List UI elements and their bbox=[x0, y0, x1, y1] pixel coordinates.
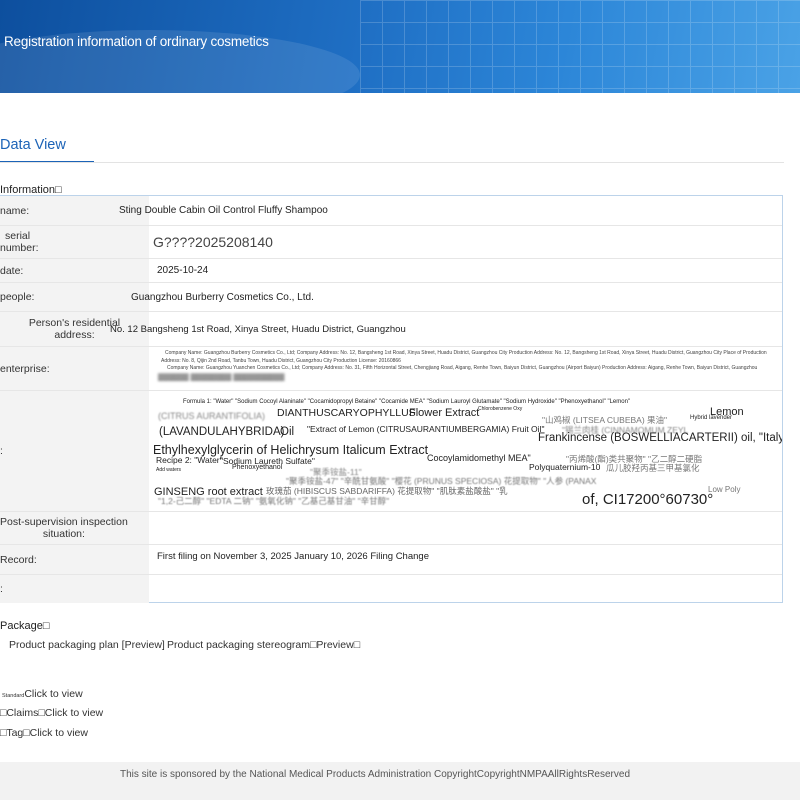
standard-row: StandardClick to view bbox=[2, 684, 83, 702]
formula-frag: Polyquaternium-10 bbox=[529, 462, 601, 472]
tab-data-view[interactable]: Data View bbox=[0, 137, 66, 153]
tab-divider bbox=[0, 162, 784, 163]
row-enterprise: enterprise: Company Name: Guangzhou Burb… bbox=[0, 347, 782, 391]
formula-frag: Cocoylamidomethyl MEA" bbox=[427, 453, 531, 463]
enterprise-line-2: Address: No. 8, Qijin 2nd Road, Tanbu To… bbox=[161, 357, 401, 364]
standard-label: Standard bbox=[2, 693, 25, 699]
formula-frag: DIANTHUSCARYOPHYLLUS bbox=[277, 407, 416, 419]
value-post-supervision bbox=[150, 512, 782, 544]
packaging-plan-link[interactable]: Product packaging plan [Preview] bbox=[9, 639, 165, 651]
formula-line-1: Formula 1: "Water" "Sodium Cocoyl Alanin… bbox=[183, 399, 631, 405]
packaging-stereogram-link[interactable]: Product packaging stereogram□Preview□ bbox=[167, 639, 360, 651]
tag-label: Tag bbox=[6, 727, 24, 739]
formula-frag: "1,2-己二醇" "EDTA 二钠" "氨氧化钠" "乙基己基甘油" "辛甘醇… bbox=[158, 496, 390, 506]
standard-view-link[interactable]: Click to view bbox=[24, 688, 82, 700]
formula-frag: Chlorobenzene Oxy bbox=[478, 406, 523, 412]
tag-row: □Tag□Click to view bbox=[0, 723, 88, 741]
claims-label: Claims bbox=[6, 707, 39, 719]
enterprise-line-3: Company Name: Guangzhou Yuanchen Cosmeti… bbox=[167, 365, 758, 371]
formula-frag: Phenoxyethanol bbox=[232, 464, 283, 471]
row-people: people: Guangzhou Burberry Cosmetics Co.… bbox=[0, 283, 782, 312]
formula-frag: "Extract of Lemon (CITRUSAURANTIUMBERGAM… bbox=[307, 424, 545, 434]
claims-row: □Claims□Click to view bbox=[0, 703, 103, 721]
label-people: people: bbox=[0, 283, 149, 311]
row-record: Record: First filing on November 3, 2025… bbox=[0, 545, 782, 575]
formula-frag: (LAVANDULAHYBRIDA) bbox=[159, 426, 285, 438]
formula-frag: Add waters bbox=[156, 467, 182, 473]
value-people: Guangzhou Burberry Cosmetics Co., Ltd. bbox=[131, 291, 314, 303]
missing-glyph-icon: □ bbox=[42, 620, 50, 632]
row-name: name: Sting Double Cabin Oil Control Flu… bbox=[0, 196, 782, 226]
row-date: date: 2025-10-24 bbox=[0, 259, 782, 283]
footer-copyright: This site is sponsored by the National M… bbox=[119, 769, 631, 780]
value-formula: Formula 1: "Water" "Sodium Cocoyl Alanin… bbox=[150, 391, 782, 511]
package-section-text: Package bbox=[0, 620, 43, 632]
stereogram-label: Product packaging stereogram bbox=[167, 639, 310, 651]
row-address: Person's residential address: No. 12 Bang… bbox=[0, 312, 782, 347]
row-formula: : Formula 1: "Water" "Sodium Cocoyl Alan… bbox=[0, 391, 782, 512]
record-first-filing: First filing on November 3, 2025 bbox=[157, 551, 292, 562]
row-serial: serial number: G????2025208140 bbox=[0, 226, 782, 259]
formula-text: Formula 1: "Water" "Sodium Cocoyl Alanin… bbox=[150, 391, 782, 511]
formula-frag: Oil bbox=[280, 426, 295, 438]
value-enterprise: Company Name: Guangzhou Burberry Cosmeti… bbox=[150, 347, 782, 393]
row-post-supervision: Post-supervision inspection situation: bbox=[0, 512, 782, 545]
tag-view-link[interactable]: Click to view bbox=[30, 727, 88, 739]
stereogram-preview: Preview bbox=[316, 639, 354, 651]
value-serial: G????2025208140 bbox=[153, 234, 273, 250]
label-serial: serial number: bbox=[0, 226, 149, 258]
page-footer: This site is sponsored by the National M… bbox=[0, 762, 800, 800]
label-post-supervision: Post-supervision inspection situation: bbox=[0, 512, 149, 544]
claims-view-link[interactable]: Click to view bbox=[45, 707, 103, 719]
label-record: Record: bbox=[0, 545, 149, 574]
page-banner: Registration information of ordinary cos… bbox=[0, 0, 800, 93]
formula-frag: Flower Extract bbox=[409, 407, 480, 419]
missing-glyph-icon: □ bbox=[353, 639, 361, 651]
value-date: 2025-10-24 bbox=[157, 265, 209, 276]
formula-frag: (CITRUS AURANTIFOLIA) bbox=[158, 411, 266, 421]
formula-frag: Recipe 2: "Water" bbox=[156, 455, 223, 465]
row-empty: : bbox=[0, 575, 782, 603]
value-address: No. 12 Bangsheng 1st Road, Xinya Street,… bbox=[110, 323, 406, 335]
package-section-label: Package□ bbox=[0, 620, 49, 632]
label-empty: : bbox=[0, 575, 149, 603]
info-table: name: Sting Double Cabin Oil Control Flu… bbox=[0, 195, 783, 603]
label-formula: : bbox=[0, 391, 149, 511]
banner-pattern bbox=[360, 0, 800, 93]
value-name: Sting Double Cabin Oil Control Fluffy Sh… bbox=[119, 205, 328, 216]
enterprise-line-blurred: ▓▓▓▓▓▓ ▓▓▓▓▓▓▓▓ ▓▓▓▓▓▓▓▓▓▓ bbox=[158, 373, 285, 381]
label-enterprise: enterprise: bbox=[0, 347, 149, 390]
formula-frag: Lemon bbox=[710, 406, 744, 418]
formula-frag: 瓜儿胶羟丙基三甲基氯化 bbox=[606, 463, 700, 473]
formula-frag: Frankincense (BOSWELLIACARTERII) oil, "I… bbox=[538, 432, 782, 444]
record-filing-change: January 10, 2026 Filing Change bbox=[294, 551, 429, 562]
formula-frag: of, CI17200°60730° bbox=[582, 491, 714, 508]
page-title: Registration information of ordinary cos… bbox=[4, 34, 269, 49]
label-date: date: bbox=[0, 259, 149, 282]
enterprise-line-1: Company Name: Guangzhou Burberry Cosmeti… bbox=[165, 350, 767, 356]
